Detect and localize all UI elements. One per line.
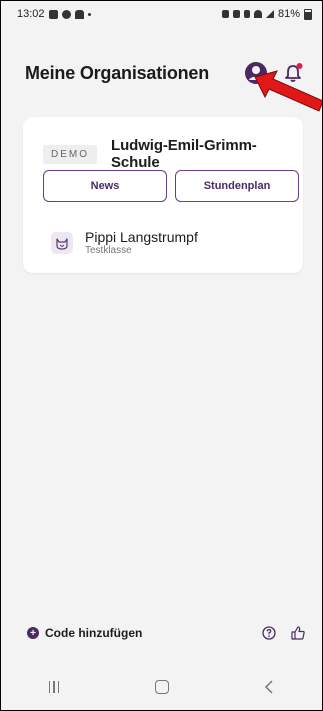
demo-badge: DEMO bbox=[43, 144, 97, 164]
more-notifications-dot bbox=[87, 12, 91, 16]
organization-header: DEMO Ludwig-Emil-Grimm-Schule bbox=[43, 137, 303, 171]
signal-icon bbox=[265, 10, 274, 18]
timetable-button[interactable]: Stundenplan bbox=[175, 170, 299, 202]
class-icon bbox=[51, 232, 73, 254]
cat-icon bbox=[56, 238, 68, 250]
organization-card: DEMO Ludwig-Emil-Grimm-Schule News Stund… bbox=[23, 117, 303, 273]
gallery-icon bbox=[48, 9, 58, 19]
home-button[interactable] bbox=[154, 680, 169, 694]
class-text: Pippi Langstrumpf Testklasse bbox=[85, 229, 198, 257]
class-list-item[interactable]: Pippi Langstrumpf Testklasse bbox=[51, 229, 198, 257]
home-app-icon bbox=[74, 9, 84, 19]
alarm-icon bbox=[221, 10, 229, 18]
class-name: Pippi Langstrumpf bbox=[85, 229, 198, 245]
annotation-arrow bbox=[254, 70, 322, 112]
wifi-icon bbox=[253, 10, 262, 18]
news-button[interactable]: News bbox=[43, 170, 167, 202]
battery-icon bbox=[304, 8, 312, 20]
thumbs-up-icon[interactable] bbox=[290, 625, 306, 641]
battery-percent: 81% bbox=[277, 8, 300, 20]
mute-icon bbox=[232, 10, 240, 18]
organization-actions: News Stundenplan bbox=[43, 170, 299, 202]
status-time: 13:02 bbox=[17, 8, 45, 20]
phone-screen: 13:02 81% Meine Organisationen DEMO Ludw… bbox=[0, 0, 323, 711]
add-code-label: Code hinzufügen bbox=[45, 626, 143, 640]
page-title: Meine Organisationen bbox=[25, 62, 210, 83]
app-icon bbox=[61, 9, 71, 19]
class-subtitle: Testklasse bbox=[85, 245, 132, 256]
recent-apps-button[interactable] bbox=[48, 681, 60, 693]
status-bar: 13:02 81% bbox=[1, 1, 322, 27]
bottom-actions: + Code hinzufügen bbox=[1, 621, 322, 645]
bluetooth-icon bbox=[243, 10, 250, 18]
help-icon[interactable] bbox=[262, 626, 276, 640]
plus-icon: + bbox=[27, 627, 39, 639]
system-nav-bar bbox=[1, 664, 322, 710]
add-code-button[interactable]: + Code hinzufügen bbox=[27, 626, 142, 640]
organization-name[interactable]: Ludwig-Emil-Grimm-Schule bbox=[111, 137, 303, 171]
back-button[interactable] bbox=[264, 680, 274, 694]
